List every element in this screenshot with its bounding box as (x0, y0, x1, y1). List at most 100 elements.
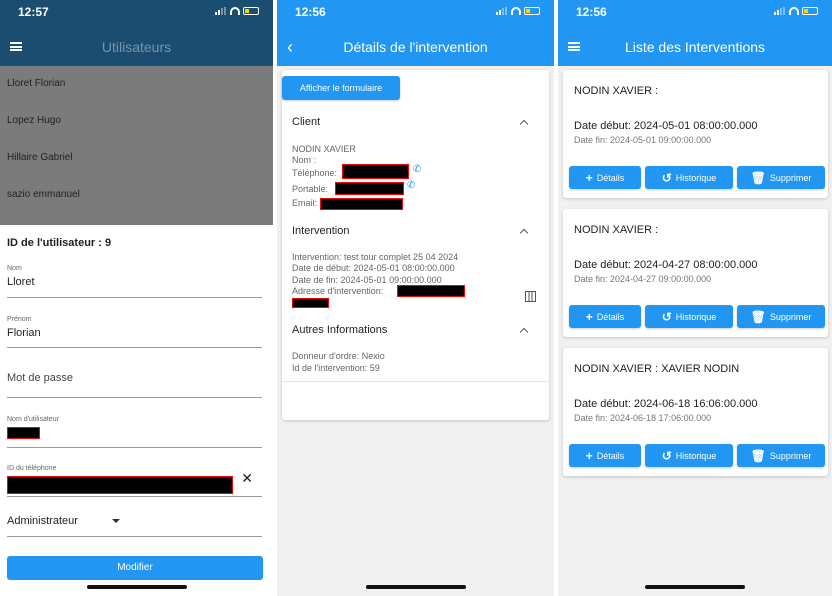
redacted-address-2 (292, 298, 329, 308)
client-portable-label: Portable: (292, 184, 329, 194)
field-value: Florian (7, 327, 41, 339)
field-label: ID du téléphone (7, 465, 57, 472)
redacted-telephone (342, 164, 409, 179)
phone-icon[interactable]: ✆ (413, 164, 421, 175)
divider (282, 381, 549, 382)
chevron-up-icon[interactable] (519, 327, 529, 337)
details-button[interactable]: + Détails (569, 305, 641, 328)
caret-down-icon (112, 519, 120, 523)
intervention-start: Date début: 2024-05-01 08:00:00.000 (574, 120, 758, 132)
phone-icon[interactable]: ✆ (407, 180, 415, 191)
signal-icon (774, 7, 786, 15)
list-item[interactable]: Lopez Hugo (0, 103, 273, 140)
phone-id-field[interactable]: ID du téléphone (7, 465, 262, 497)
app-bar: 12:57 Utilisateurs (0, 0, 273, 66)
intervention-details-screen: 12:56 ‹ Détails de l'intervention Affich… (277, 0, 554, 596)
home-indicator (86, 585, 187, 589)
modify-button[interactable]: Modifier (7, 556, 263, 580)
field-value: Lloret (7, 276, 35, 288)
intervention-start: Date début: 2024-06-18 16:06:00.000 (574, 398, 758, 410)
users-screen: 12:57 Utilisateurs Lloret Florian Lopez … (0, 0, 273, 596)
home-indicator (365, 585, 466, 589)
plus-icon: + (585, 170, 593, 185)
history-icon: ↺ (661, 448, 672, 463)
intervention-section-header[interactable]: Intervention (292, 225, 349, 237)
client-email-label: Email: (292, 198, 318, 208)
client-name: NODIN XAVIER (292, 144, 356, 154)
status-time: 12:56 (295, 5, 326, 19)
client-telephone-label: Téléphone: (292, 168, 338, 178)
history-button[interactable]: ↺ Historique (645, 444, 733, 467)
user-id-heading: ID de l'utilisateur : 9 (7, 237, 112, 249)
history-button[interactable]: ↺ Historique (645, 166, 733, 189)
home-indicator (645, 585, 745, 589)
battery-icon (243, 7, 259, 15)
intervention-client: NODIN XAVIER : (574, 85, 659, 97)
role-value: Administrateur (7, 515, 78, 527)
client-section-header[interactable]: Client (292, 116, 320, 128)
details-button[interactable]: + Détails (569, 166, 641, 189)
delete-button[interactable]: 🗑 Supprimer (737, 444, 825, 467)
nom-field[interactable]: Nom Lloret (7, 265, 262, 298)
battery-icon (524, 7, 540, 15)
trash-icon: 🗑 (750, 170, 766, 185)
other-info-section-header[interactable]: Autres Informations (292, 324, 387, 336)
map-icon[interactable] (525, 291, 536, 302)
user-list: Lloret Florian Lopez Hugo Hillaire Gabri… (0, 66, 273, 225)
delete-button[interactable]: 🗑 Supprimer (737, 305, 825, 328)
app-bar: 12:56 Liste des Interventions (558, 0, 832, 66)
intervention-card: NODIN XAVIER : Date début: 2024-05-01 08… (563, 70, 828, 198)
intervention-start: Date de début: 2024-05-01 08:00:00.000 (292, 263, 455, 273)
intervention-id: Id de l'intervention: 59 (292, 363, 380, 373)
trash-icon: 🗑 (750, 309, 766, 324)
username-field[interactable]: Nom d'utilisateur (7, 416, 262, 448)
intervention-end: Date fin: 2024-05-01 09:00:00.000 (574, 135, 712, 145)
edit-user-sheet: ID de l'utilisateur : 9 Nom Lloret Préno… (0, 225, 273, 596)
list-item[interactable]: Hillaire Gabriel (0, 140, 273, 177)
history-icon: ↺ (661, 309, 672, 324)
details-card: Afficher le formulaire Client NODIN XAVI… (282, 70, 549, 420)
history-button[interactable]: ↺ Historique (645, 305, 733, 328)
status-time: 12:57 (18, 5, 49, 19)
wifi-icon (230, 7, 240, 15)
plus-icon: + (585, 309, 593, 324)
intervention-end: Date fin: 2024-06-18 17:06:00.000 (574, 413, 712, 423)
chevron-up-icon[interactable] (519, 119, 529, 129)
intervention-start: Date début: 2024-04-27 08:00:00.000 (574, 259, 758, 271)
wifi-icon (789, 7, 799, 15)
prenom-field[interactable]: Prénom Florian (7, 316, 262, 348)
order-giver: Donneur d'ordre: Nexio (292, 351, 385, 361)
list-item[interactable]: sazio emmanuel (0, 177, 273, 214)
password-field[interactable]: Mot de passe (7, 362, 262, 398)
redacted-username (7, 427, 40, 439)
list-item[interactable]: Lloret Florian (0, 66, 273, 103)
status-time: 12:56 (576, 5, 607, 19)
clear-icon[interactable]: ✕ (241, 470, 253, 487)
field-label: Prénom (7, 316, 32, 323)
signal-icon (215, 7, 227, 15)
page-title: Utilisateurs (101, 39, 172, 55)
battery-icon (802, 7, 818, 15)
page-title: Détails de l'intervention (343, 39, 488, 55)
details-button[interactable]: + Détails (569, 444, 641, 467)
field-label: Nom (7, 265, 22, 272)
chevron-up-icon[interactable] (519, 228, 529, 238)
password-placeholder: Mot de passe (7, 372, 74, 384)
client-nom: Nom : (292, 155, 317, 165)
intervention-label: Intervention: test tour complet 25 04 20… (292, 252, 459, 262)
delete-button[interactable]: 🗑 Supprimer (737, 166, 825, 189)
intervention-end: Date de fin: 2024-05-01 09:00:00.000 (292, 275, 442, 285)
show-form-button[interactable]: Afficher le formulaire (282, 76, 400, 100)
signal-icon (496, 7, 508, 15)
redacted-address (397, 285, 465, 297)
intervention-client: NODIN XAVIER : XAVIER NODIN (574, 363, 740, 375)
intervention-card: NODIN XAVIER : Date début: 2024-04-27 08… (563, 209, 828, 337)
wifi-icon (511, 7, 521, 15)
plus-icon: + (585, 448, 593, 463)
intervention-address-label: Adresse d'intervention: (292, 286, 384, 296)
trash-icon: 🗑 (750, 448, 766, 463)
intervention-end: Date fin: 2024-04-27 09:00:00.000 (574, 274, 712, 284)
role-dropdown[interactable]: Administrateur (7, 515, 262, 537)
intervention-card: NODIN XAVIER : XAVIER NODIN Date début: … (563, 348, 828, 476)
intervention-client: NODIN XAVIER : (574, 224, 659, 236)
